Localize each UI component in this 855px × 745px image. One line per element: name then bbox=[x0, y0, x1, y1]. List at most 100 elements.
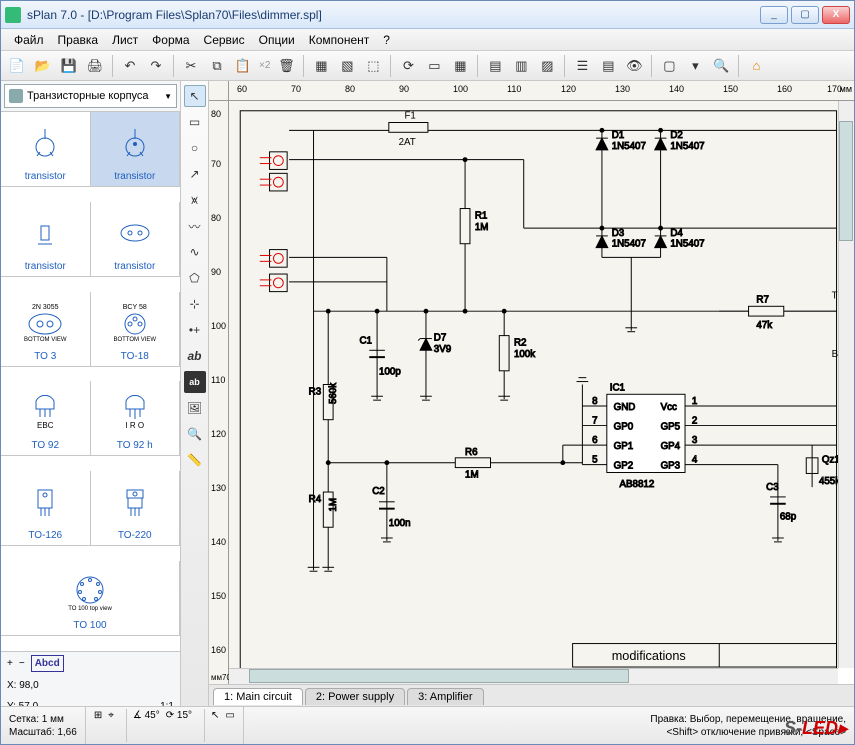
svg-text:1N5407: 1N5407 bbox=[612, 239, 646, 250]
svg-text:5: 5 bbox=[592, 455, 598, 466]
home-icon[interactable]: ⌂ bbox=[744, 54, 768, 78]
list-icon[interactable]: ▤ bbox=[596, 54, 620, 78]
refresh-icon[interactable]: ⟳ bbox=[396, 54, 420, 78]
lib-item-to100[interactable]: TO 100 top viewTO 100 bbox=[1, 561, 180, 636]
lib-item-transistor-2[interactable]: transistor bbox=[91, 112, 181, 187]
maximize-button[interactable]: ▢ bbox=[791, 6, 819, 24]
svg-text:GP5: GP5 bbox=[661, 421, 681, 432]
save-icon[interactable]: 💾 bbox=[57, 54, 81, 78]
group-icon[interactable]: ⬚ bbox=[361, 54, 385, 78]
tab-main[interactable]: 1: Main circuit bbox=[213, 688, 303, 705]
menu-sheet[interactable]: Лист bbox=[105, 31, 145, 49]
sidebar-footer: + − Abcd X: 98,0 Y: 57,01:1 bbox=[1, 651, 180, 706]
pointer-mode-icon[interactable]: ↖ bbox=[211, 709, 219, 742]
line-tool-icon[interactable]: ↗ bbox=[184, 163, 206, 185]
lib-item-to220[interactable]: TO-220 bbox=[91, 471, 181, 546]
svg-text:4: 4 bbox=[692, 455, 698, 466]
lib-item-to3[interactable]: 2N 3055BOTTOM VIEWTO 3 bbox=[1, 292, 91, 367]
delete-icon[interactable]: 🗑 bbox=[274, 54, 298, 78]
svg-text:GND: GND bbox=[614, 402, 636, 413]
status-grid: Сетка: 1 мм bbox=[9, 713, 77, 726]
new-icon[interactable]: 📄 bbox=[5, 54, 29, 78]
svg-text:1: 1 bbox=[692, 396, 697, 407]
minimize-button[interactable]: _ bbox=[760, 6, 788, 24]
svg-text:1M: 1M bbox=[328, 498, 339, 512]
svg-text:100k: 100k bbox=[514, 349, 535, 360]
rect-tool-icon[interactable]: ▭ bbox=[184, 111, 206, 133]
zoom-out-icon[interactable]: − bbox=[19, 656, 25, 671]
paste-icon[interactable]: 📋 bbox=[231, 54, 255, 78]
checklist-icon[interactable]: ☰ bbox=[570, 54, 594, 78]
front-icon[interactable]: ▦ bbox=[309, 54, 333, 78]
menu-file[interactable]: Файл bbox=[7, 31, 51, 49]
snap-icon[interactable]: ⌖ bbox=[108, 709, 114, 742]
menu-component[interactable]: Компонент bbox=[302, 31, 377, 49]
canvas-area: 60 70 80 90 100 110 120 130 140 150 160 … bbox=[209, 81, 854, 706]
layer2-icon[interactable]: ▥ bbox=[509, 54, 533, 78]
angle-15[interactable]: ⟳ 15° bbox=[166, 709, 192, 742]
menu-help[interactable]: ? bbox=[376, 31, 397, 49]
magnify-tool-icon[interactable]: 🔍 bbox=[184, 423, 206, 445]
search-icon[interactable]: 👁 bbox=[622, 54, 646, 78]
zoom-icon[interactable]: 🔍 bbox=[709, 54, 733, 78]
menu-edit[interactable]: Правка bbox=[51, 31, 106, 49]
page-mode-icon[interactable]: ▭ bbox=[225, 709, 234, 742]
svg-text:R4: R4 bbox=[309, 494, 322, 505]
zoom-in-icon[interactable]: + bbox=[7, 656, 13, 671]
polyline-tool-icon[interactable]: ⩙ bbox=[184, 189, 206, 211]
svg-text:100n: 100n bbox=[389, 518, 411, 529]
library-select[interactable]: Транзисторные корпуса ▼ bbox=[4, 84, 177, 108]
grid-icon[interactable]: ▦ bbox=[448, 54, 472, 78]
bezier-tool-icon[interactable]: ∿ bbox=[184, 241, 206, 263]
dropdown-icon[interactable]: ▾ bbox=[683, 54, 707, 78]
measure-tool-icon[interactable]: 📏 bbox=[184, 449, 206, 471]
layer3-icon[interactable]: ▨ bbox=[535, 54, 559, 78]
align-icon[interactable]: ▭ bbox=[422, 54, 446, 78]
add-node-icon[interactable]: •+ bbox=[184, 319, 206, 341]
open-icon[interactable]: 📂 bbox=[31, 54, 55, 78]
node-tool-icon[interactable]: ⊹ bbox=[184, 293, 206, 315]
svg-text:C1: C1 bbox=[359, 335, 371, 346]
lib-item-transistor-1[interactable]: transistor bbox=[1, 112, 91, 187]
angle-45[interactable]: ∡ 45° bbox=[133, 709, 160, 742]
svg-text:GP2: GP2 bbox=[614, 461, 634, 472]
grid-icon[interactable]: ⊞ bbox=[94, 709, 102, 742]
circle-tool-icon[interactable]: ○ bbox=[184, 137, 206, 159]
undo-icon[interactable]: ↶ bbox=[118, 54, 142, 78]
layer1-icon[interactable]: ▤ bbox=[483, 54, 507, 78]
svg-text:GP4: GP4 bbox=[661, 441, 681, 452]
curve-tool-icon[interactable]: 〰 bbox=[184, 215, 206, 237]
lib-item-to126[interactable]: TO-126 bbox=[1, 471, 91, 546]
print-icon[interactable]: 🖨 bbox=[83, 54, 107, 78]
svg-text:GP0: GP0 bbox=[614, 421, 634, 432]
tab-power[interactable]: 2: Power supply bbox=[305, 688, 405, 705]
scrollbar-vertical[interactable] bbox=[838, 101, 854, 668]
lib-item-transistor-3[interactable]: transistor bbox=[1, 202, 91, 277]
textbox-tool-icon[interactable]: ab bbox=[184, 371, 206, 393]
back-icon[interactable]: ▧ bbox=[335, 54, 359, 78]
pointer-tool-icon[interactable]: ↖ bbox=[184, 85, 206, 107]
schematic-canvas[interactable]: F1 2AT D11N5407 D21N5407 D31N5407 D41N54… bbox=[229, 101, 838, 668]
abcd-button[interactable]: Abcd bbox=[31, 655, 64, 672]
lib-item-transistor-4[interactable]: transistor bbox=[91, 202, 181, 277]
ruler-vertical: 80 70 80 90 100 110 120 130 140 150 160 … bbox=[209, 101, 229, 684]
copy-icon[interactable]: ⧉ bbox=[205, 54, 229, 78]
menu-options[interactable]: Опции bbox=[252, 31, 302, 49]
tab-amp[interactable]: 3: Amplifier bbox=[407, 688, 483, 705]
lib-item-to18[interactable]: BCY 58BOTTOM VIEWTO-18 bbox=[91, 292, 181, 367]
menu-service[interactable]: Сервис bbox=[197, 31, 252, 49]
menu-form[interactable]: Форма bbox=[145, 31, 196, 49]
close-button[interactable]: X bbox=[822, 6, 850, 24]
scrollbar-horizontal[interactable] bbox=[229, 668, 838, 684]
svg-text:7: 7 bbox=[592, 416, 597, 427]
polygon-tool-icon[interactable]: ⬠ bbox=[184, 267, 206, 289]
redo-icon[interactable]: ↷ bbox=[144, 54, 168, 78]
lib-item-to92[interactable]: EBCTO 92 bbox=[1, 381, 91, 456]
lib-item-to92h[interactable]: I R OTO 92 h bbox=[91, 381, 181, 456]
image-tool-icon[interactable]: 🖼 bbox=[184, 397, 206, 419]
svg-text:47k: 47k bbox=[756, 320, 772, 331]
svg-text:1N5407: 1N5407 bbox=[612, 141, 646, 152]
text-tool-icon[interactable]: ab bbox=[184, 345, 206, 367]
cut-icon[interactable]: ✂ bbox=[179, 54, 203, 78]
blank-icon[interactable]: ▢ bbox=[657, 54, 681, 78]
